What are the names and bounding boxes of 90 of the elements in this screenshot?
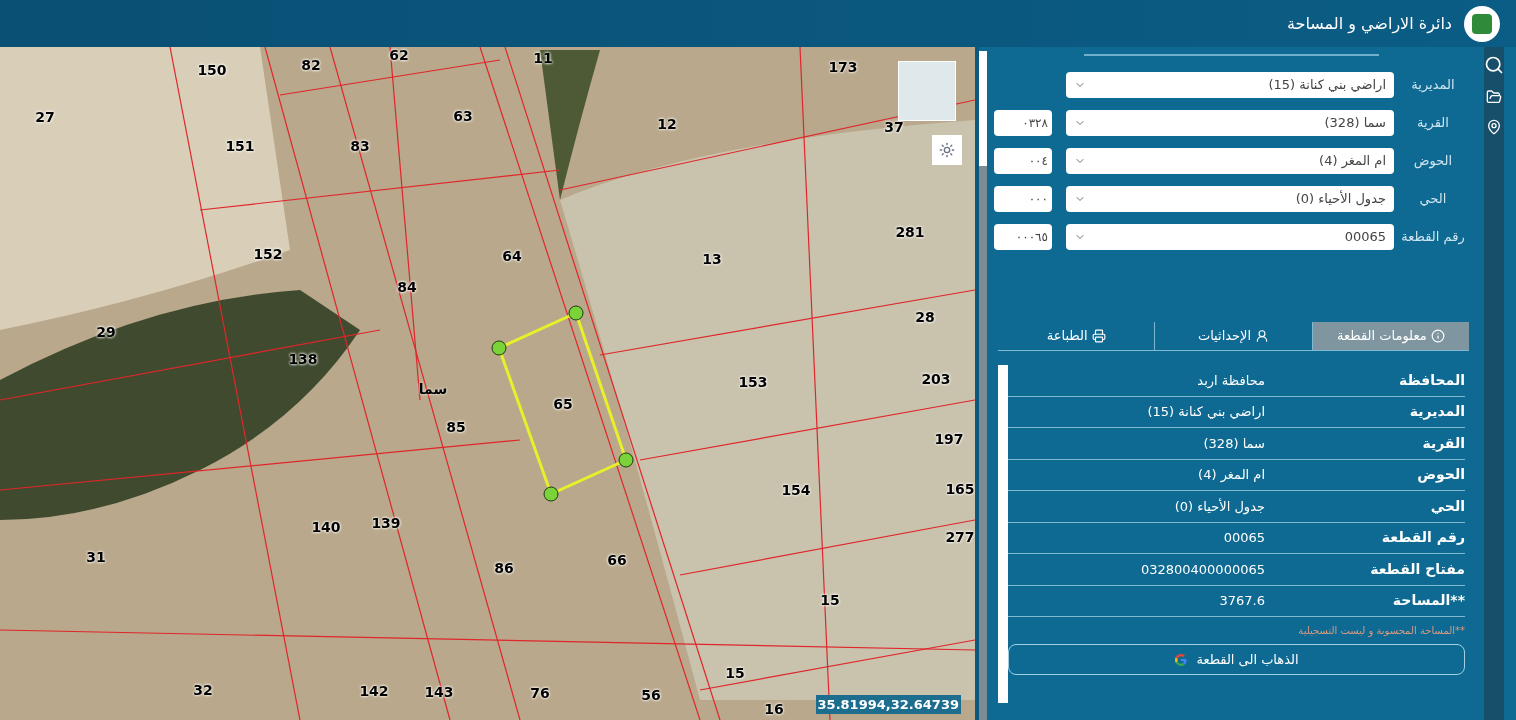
info-label: الحوض: [1416, 465, 1465, 485]
area-footnote: **المساحة المحسوبة و ليست التسجيلية: [1297, 624, 1465, 638]
parcel-number: 28: [915, 307, 935, 327]
parcel-number: 64: [502, 246, 522, 266]
info-label: المديرية: [1408, 402, 1465, 422]
scrollbar-thumb[interactable]: [998, 365, 1008, 703]
parcel-number: 16: [764, 699, 784, 719]
parcel-number: 32: [193, 680, 213, 700]
parcel-number: 56: [641, 685, 661, 705]
search-icon[interactable]: [1484, 55, 1504, 75]
parcel-number: 27: [35, 107, 55, 127]
field-label: رقم القطعة: [1400, 228, 1466, 246]
info-value: محافظة اربد: [1197, 371, 1265, 390]
info-value: جدول الأحياء (0): [1174, 497, 1265, 516]
info-value: اراضي بني كنانة (15): [1147, 403, 1265, 421]
parcel-number: 66: [607, 550, 627, 570]
parcel-number: 37: [884, 117, 904, 137]
field-label: الحي: [1418, 190, 1448, 208]
place-label: سما: [418, 379, 448, 399]
minimap-thumbnail[interactable]: [898, 61, 956, 121]
panel-tab[interactable]: الطباعة: [998, 322, 1156, 350]
vertex-marker[interactable]: [618, 452, 634, 468]
printer-icon: [1091, 329, 1106, 343]
location-pin-icon[interactable]: [1486, 119, 1502, 135]
code-field[interactable]: ٠٣٢٨: [994, 110, 1052, 136]
parcel-number: 165: [945, 479, 975, 499]
field-label: الحوض: [1412, 152, 1454, 170]
scrollbar-thumb[interactable]: [979, 51, 987, 166]
info-label: **المساحة: [1391, 591, 1465, 611]
parcel-number: 84: [397, 277, 417, 297]
info-label: الحي: [1429, 496, 1465, 516]
parcel-number: 76: [530, 683, 550, 703]
parcel-number: 142: [359, 681, 389, 701]
goto-parcel-button[interactable]: الذهاب الى القطعة: [1008, 644, 1465, 675]
person-icon: [1255, 329, 1270, 343]
parcel-number: 277: [945, 527, 975, 547]
parcel-number: 197: [934, 429, 964, 449]
parcel-number: 281: [895, 222, 925, 242]
vertex-marker[interactable]: [543, 486, 559, 502]
panel-tab[interactable]: الإحداثيات: [1155, 322, 1313, 350]
parcel-number: 12: [657, 114, 677, 134]
parcel-number: 82: [301, 55, 321, 75]
code-field[interactable]: ٠٠٠٦٥: [994, 224, 1052, 250]
parcel-number: 150: [197, 60, 227, 80]
parcel-number: 62: [389, 47, 409, 65]
sun-icon: [939, 142, 955, 158]
parcel-number: 63: [453, 106, 473, 126]
header-title: دائرة الاراضي و المساحة: [1286, 12, 1452, 36]
info-value: 3767.6: [1219, 592, 1265, 610]
info-label: رقم القطعة: [1380, 528, 1465, 548]
info-value: 00065: [1223, 529, 1265, 547]
dropdown-field[interactable]: سما (328): [1066, 110, 1394, 136]
logo-icon: [1464, 5, 1500, 42]
parcel-number: 154: [781, 480, 811, 500]
parcel-number: 139: [371, 513, 401, 533]
info-label: مفتاح القطعة: [1369, 559, 1465, 579]
info-label: المحافظة: [1397, 370, 1465, 390]
info-value: 032800400000065: [1140, 560, 1265, 579]
code-field[interactable]: ٠٠٠: [994, 186, 1052, 212]
parcel-number: 153: [738, 372, 768, 392]
parcel-number: 85: [446, 417, 466, 437]
parcel-number: 138: [288, 349, 318, 369]
folder-icon[interactable]: [1486, 89, 1502, 105]
parcel-number: 65: [553, 394, 573, 414]
code-field[interactable]: ٠٠٤: [994, 148, 1052, 174]
parcel-number: 173: [828, 57, 858, 77]
parcel-number: 151: [225, 136, 255, 156]
parcel-number: 86: [494, 558, 514, 578]
parcel-number: 83: [350, 136, 370, 156]
dropdown-field[interactable]: اراضي بني كنانة (15): [1066, 72, 1394, 98]
parcel-number: 140: [311, 517, 341, 537]
info-icon: [1430, 329, 1445, 343]
vertex-marker[interactable]: [491, 340, 507, 356]
parcel-number: 203: [921, 369, 951, 389]
parcel-number: 143: [424, 682, 454, 702]
parcel-number: 152: [253, 244, 283, 264]
dropdown-field[interactable]: 00065: [1066, 224, 1394, 250]
dropdown-field[interactable]: ام المغر (4): [1066, 148, 1394, 174]
vertex-marker[interactable]: [568, 305, 584, 321]
info-label: القرية: [1421, 433, 1465, 454]
info-value: سما (328): [1203, 434, 1265, 453]
parcel-number: 13: [702, 249, 722, 269]
field-label: القرية: [1416, 114, 1450, 132]
field-label: المديرية: [1410, 76, 1456, 94]
google-logo-icon: [1174, 652, 1189, 667]
parcel-number: 15: [725, 663, 745, 683]
brightness-button[interactable]: [932, 135, 962, 165]
dropdown-field[interactable]: جدول الأحياء (0): [1066, 186, 1394, 212]
info-value: ام المغر (4): [1198, 466, 1265, 485]
parcel-number: 31: [86, 547, 106, 567]
